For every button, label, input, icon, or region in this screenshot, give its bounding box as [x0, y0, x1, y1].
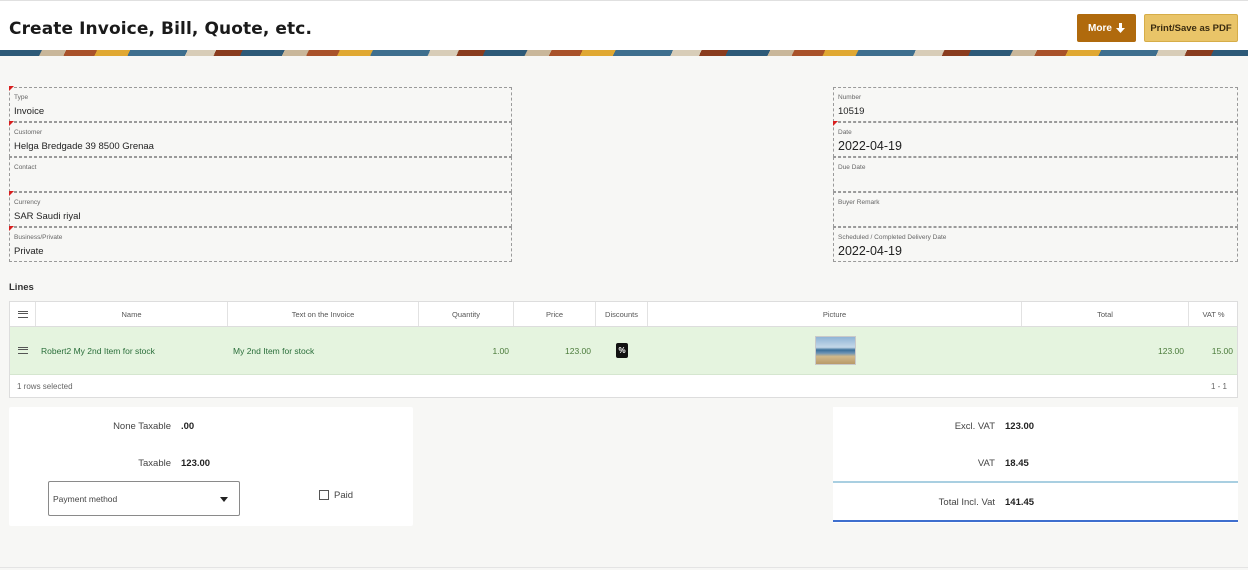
cell-price[interactable]: 123.00: [514, 327, 596, 374]
decorative-banner: [0, 50, 1248, 56]
top-bar: Create Invoice, Bill, Quote, etc. More P…: [0, 0, 1248, 50]
type-value: Invoice: [14, 106, 45, 117]
totals-panel: Excl. VAT 123.00 VAT 18.45 Total Incl. V…: [833, 407, 1238, 523]
date-value: 2022-04-19: [838, 139, 902, 153]
cell-quantity[interactable]: 1.00: [419, 327, 514, 374]
cell-total: 123.00: [1158, 345, 1184, 356]
type-label: Type: [14, 94, 29, 101]
pagination-status: 1 - 1: [1210, 382, 1227, 391]
cell-text[interactable]: My 2nd Item for stock: [233, 327, 418, 374]
total-incl-vat-value: 141.45: [1005, 497, 1035, 508]
required-marker: [833, 121, 838, 126]
lines-grid: Name Text on the Invoice Quantity Price …: [9, 301, 1238, 398]
beach-photo-thumbnail[interactable]: [814, 336, 856, 365]
buyer-remark-field[interactable]: Buyer Remark: [833, 192, 1238, 227]
print-pdf-button[interactable]: Print/Save as PDF: [1144, 14, 1238, 42]
delivery-date-label: Scheduled / Completed Delivery Date: [838, 234, 947, 241]
page-title: Create Invoice, Bill, Quote, etc.: [9, 19, 313, 39]
menu-icon: [18, 347, 28, 354]
customer-field[interactable]: Customer Helga Bredgade 39 8500 Grenaa: [9, 121, 512, 157]
currency-label: Currency: [14, 199, 41, 206]
divider: [833, 481, 1238, 483]
bottom-divider: [0, 567, 1248, 568]
column-header-picture[interactable]: Picture: [648, 302, 1022, 326]
none-taxable-label: None Taxable: [113, 421, 171, 432]
column-menu[interactable]: [10, 302, 36, 326]
due-date-field[interactable]: Due Date: [833, 157, 1238, 192]
date-field[interactable]: Date 2022-04-19: [833, 121, 1238, 157]
column-header-text[interactable]: Text on the Invoice: [228, 302, 419, 326]
caret-down-icon: [220, 497, 228, 502]
vat-label: VAT: [977, 458, 995, 469]
business-private-value: Private: [14, 246, 44, 257]
column-header-vat[interactable]: VAT %: [1189, 302, 1238, 326]
due-date-label: Due Date: [838, 164, 866, 171]
column-header-price[interactable]: Price: [514, 302, 596, 326]
payment-method-placeholder: Payment method: [53, 494, 118, 504]
delivery-date-value: 2022-04-19: [838, 244, 902, 258]
payment-method-select[interactable]: Payment method: [48, 481, 240, 516]
number-field[interactable]: Number 10519: [833, 87, 1238, 122]
type-field[interactable]: Type Invoice: [9, 86, 512, 122]
business-private-label: Business/Private: [14, 234, 63, 241]
required-marker: [9, 86, 14, 91]
percent-icon[interactable]: %: [616, 343, 628, 358]
column-header-total[interactable]: Total: [1022, 302, 1189, 326]
total-incl-vat-label: Total Incl. Vat: [938, 497, 995, 508]
grid-footer: 1 rows selected 1 - 1: [10, 375, 1237, 398]
column-header-discounts[interactable]: Discounts: [596, 302, 648, 326]
lines-heading: Lines: [9, 282, 34, 293]
column-header-name[interactable]: Name: [36, 302, 228, 326]
tax-summary-panel: None Taxable .00 Taxable 123.00 Payment …: [9, 407, 413, 526]
paid-checkbox[interactable]: [319, 490, 329, 500]
contact-field[interactable]: Contact: [9, 157, 512, 192]
customer-value: Helga Bredgade 39 8500 Grenaa: [14, 141, 154, 152]
excl-vat-label: Excl. VAT: [954, 421, 995, 432]
number-label: Number: [838, 94, 862, 101]
number-value: 10519: [838, 106, 865, 117]
date-label: Date: [838, 129, 852, 136]
cell-discounts[interactable]: %: [596, 327, 648, 374]
cell-name[interactable]: Robert2 My 2nd Item for stock: [41, 327, 226, 374]
excl-vat-value: 123.00: [1005, 421, 1035, 432]
menu-icon: [17, 310, 28, 318]
buyer-remark-label: Buyer Remark: [838, 199, 880, 206]
vat-value: 18.45: [1005, 458, 1029, 469]
taxable-value: 123.00: [181, 458, 211, 469]
more-button[interactable]: More: [1077, 14, 1136, 42]
grid-header: Name Text on the Invoice Quantity Price …: [10, 302, 1237, 327]
taxable-label: Taxable: [138, 458, 171, 469]
row-drag-handle[interactable]: [10, 327, 36, 374]
total-divider: [833, 520, 1238, 522]
more-button-label: More: [1088, 22, 1112, 34]
currency-field[interactable]: Currency SAR Saudi riyal: [9, 191, 512, 227]
customer-label: Customer: [14, 129, 43, 136]
business-private-field[interactable]: Business/Private Private: [9, 226, 512, 262]
required-marker: [9, 191, 14, 196]
table-row[interactable]: Robert2 My 2nd Item for stock My 2nd Ite…: [10, 327, 1237, 375]
contact-label: Contact: [14, 164, 37, 171]
required-marker: [9, 226, 14, 231]
paid-label[interactable]: Paid: [334, 490, 353, 501]
cell-picture[interactable]: [648, 327, 1022, 374]
column-header-quantity[interactable]: Quantity: [419, 302, 514, 326]
required-marker: [9, 121, 14, 126]
none-taxable-value: .00: [181, 421, 195, 432]
delivery-date-field[interactable]: Scheduled / Completed Delivery Date 2022…: [833, 227, 1238, 262]
currency-value: SAR Saudi riyal: [14, 211, 81, 222]
cell-vat[interactable]: 15.00: [1189, 327, 1238, 374]
arrow-down-icon: [1115, 23, 1125, 33]
selection-status: 1 rows selected: [17, 382, 73, 391]
